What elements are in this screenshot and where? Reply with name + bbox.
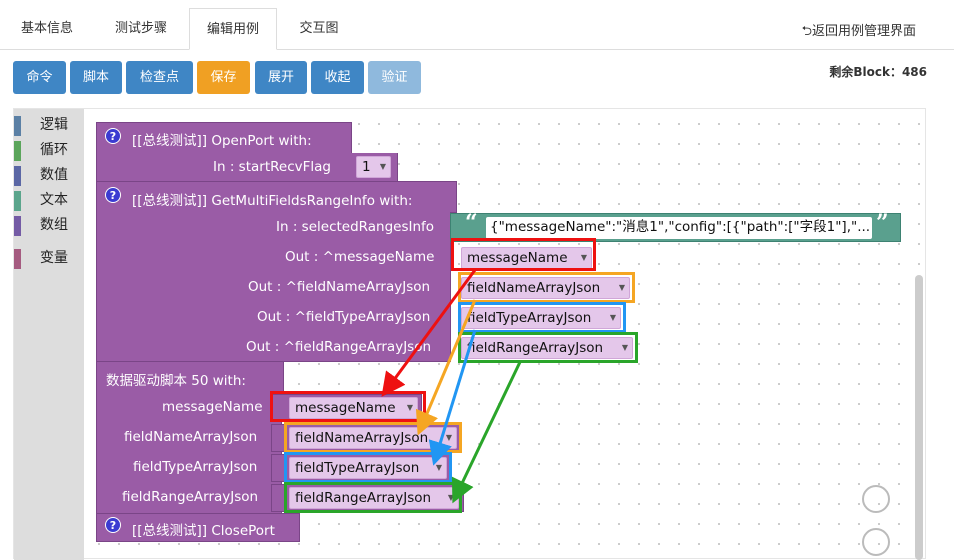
annotation-arrows bbox=[381, 269, 522, 504]
field-range-arrow bbox=[451, 361, 522, 504]
field-name-arrow bbox=[415, 299, 477, 436]
